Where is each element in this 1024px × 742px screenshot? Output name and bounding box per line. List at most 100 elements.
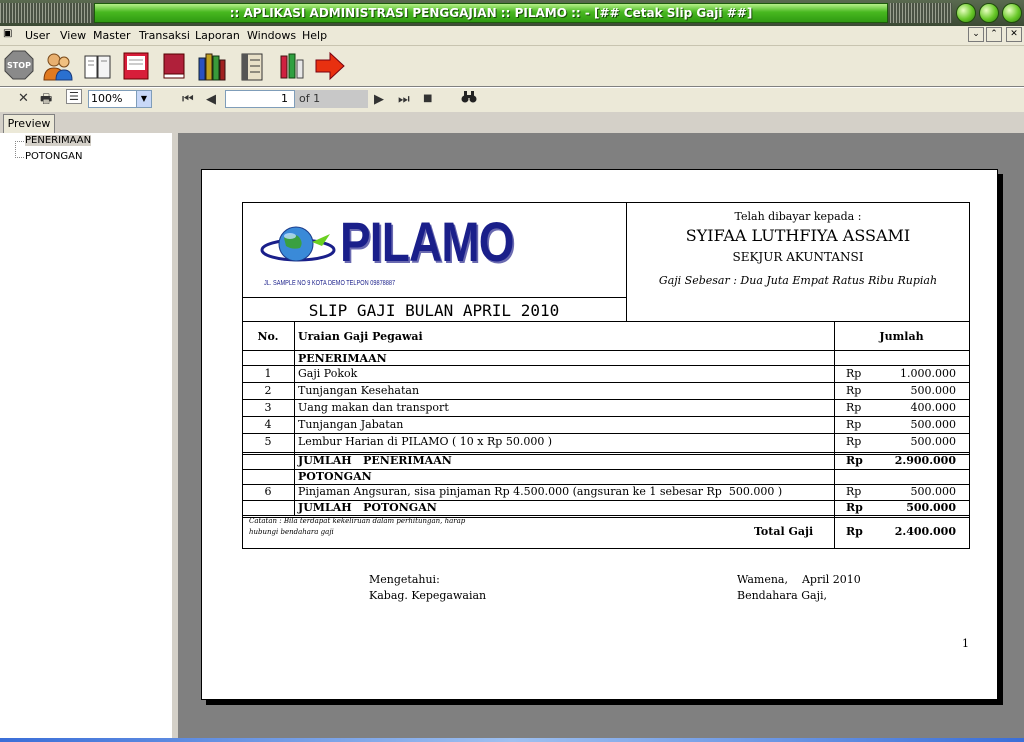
tree-toggle-icon[interactable]: ☰: [66, 89, 82, 104]
taskbar-strip: [0, 738, 1024, 742]
preview-toolbar: ✕ 🖶 ☰ 100% ▼ ⏮ ◀ 1 of 1 ▶ ⏭ ■: [0, 87, 1024, 113]
tree-branch: [15, 141, 24, 142]
mdi-restore-button[interactable]: ⌃: [986, 27, 1002, 42]
row-amount: 400.000: [910, 401, 957, 414]
row-currency: Rp: [846, 418, 862, 431]
grand-total-currency: Rp: [846, 525, 863, 538]
row-desc: Lembur Harian di PILAMO ( 10 x Rp 50.000…: [298, 435, 553, 448]
stop-label: STOP: [7, 61, 31, 70]
app-menu-icon[interactable]: ▣: [3, 28, 12, 39]
row-no: 1: [264, 367, 272, 380]
title-grip-left: [0, 3, 92, 23]
grand-total: 2.400.000: [894, 525, 956, 538]
note-line-1: Catatan : Bila terdapat kekeliruan dalam…: [249, 517, 466, 525]
rule: [834, 321, 835, 548]
close-button[interactable]: [1002, 3, 1022, 23]
company-address: JL. SAMPLE NO 9 KOTA DEMO TELPON 0987888…: [264, 280, 396, 287]
row-desc: Uang makan dan transport: [298, 401, 449, 414]
last-page-icon[interactable]: ⏭: [398, 92, 410, 107]
rule: [242, 297, 627, 298]
row-currency: Rp: [846, 384, 862, 397]
rule: [242, 515, 970, 516]
total-income: 2.900.000: [894, 454, 956, 467]
zoom-value: 100%: [91, 92, 123, 105]
total-income-currency: Rp: [846, 454, 863, 467]
row-no: 2: [264, 384, 272, 397]
book-icon[interactable]: [158, 50, 190, 82]
users-icon[interactable]: [42, 50, 74, 82]
rule: [242, 365, 970, 366]
row-desc: Tunjangan Jabatan: [298, 418, 404, 431]
zoom-select[interactable]: 100% ▼: [88, 90, 152, 108]
minimize-button[interactable]: [956, 3, 976, 23]
close-preview-icon[interactable]: ✕: [18, 91, 29, 106]
row-amount: 500.000: [910, 485, 957, 498]
page-number: 1: [962, 637, 969, 650]
tree-node-penerimaan[interactable]: PENERIMAAN: [25, 135, 92, 146]
maximize-button[interactable]: [979, 3, 999, 23]
slip-title: SLIP GAJI BULAN APRIL 2010: [308, 301, 560, 320]
employee-name: SYIFAA LUTHFIYA ASSAMI: [685, 226, 911, 245]
books-icon[interactable]: [196, 50, 228, 82]
amount-in-words: Gaji Sebesar : Dua Juta Empat Ratus Ribu…: [658, 274, 938, 287]
prev-page-icon[interactable]: ◀: [206, 92, 216, 107]
menu-master[interactable]: Master: [93, 29, 131, 42]
mdi-minimize-button[interactable]: ⌄: [968, 27, 984, 42]
row-no: 5: [264, 435, 272, 448]
rule: [242, 416, 970, 417]
chevron-down-icon[interactable]: ▼: [136, 91, 151, 107]
row-currency: Rp: [846, 367, 862, 380]
total-deduct-currency: Rp: [846, 501, 863, 514]
menu-view[interactable]: View: [60, 29, 86, 42]
menu-laporan[interactable]: Laporan: [195, 29, 240, 42]
col-no: No.: [257, 330, 279, 343]
menu-windows[interactable]: Windows: [247, 29, 296, 42]
notebook-icon[interactable]: [120, 50, 152, 82]
stop-icon[interactable]: STOP: [4, 50, 36, 82]
paid-to-label: Telah dibayar kepada :: [734, 210, 862, 223]
tab-preview[interactable]: Preview: [3, 114, 55, 133]
page-count: of 1: [295, 90, 368, 108]
rule: [242, 202, 970, 203]
book-open-icon[interactable]: [82, 50, 114, 82]
tree-node-potongan[interactable]: POTONGAN: [25, 151, 82, 162]
menu-help[interactable]: Help: [302, 29, 327, 42]
rule: [242, 452, 970, 453]
row-desc: Gaji Pokok: [298, 367, 358, 380]
row-currency: Rp: [846, 435, 862, 448]
exit-arrow-icon[interactable]: [314, 50, 346, 82]
mdi-close-button[interactable]: ✕: [1006, 27, 1022, 42]
menu-user[interactable]: User: [25, 29, 50, 42]
page-number-input[interactable]: 1: [225, 90, 295, 108]
tree-branch: [15, 157, 24, 158]
rule: [242, 399, 970, 400]
rule: [242, 382, 970, 383]
row-amount: 500.000: [910, 418, 957, 431]
total-income-label: JUMLAH PENERIMAAN: [298, 454, 452, 467]
menu-bar: ▣ User View Master Transaksi Laporan Win…: [0, 26, 1024, 46]
row-desc: Tunjangan Kesehatan: [298, 384, 420, 397]
menu-transaksi[interactable]: Transaksi: [139, 29, 190, 42]
row-amount: 500.000: [910, 384, 957, 397]
rule: [242, 321, 970, 322]
tab-row: Preview: [0, 112, 1024, 133]
total-deduct: 500.000: [906, 501, 956, 514]
row-currency: Rp: [846, 485, 862, 498]
stop-square-icon[interactable]: ■: [423, 93, 432, 104]
sign-left-1: Mengetahui:: [369, 573, 440, 586]
col-desc: Uraian Gaji Pegawai: [298, 330, 423, 343]
next-page-icon[interactable]: ▶: [374, 92, 384, 107]
title-grip-right: [890, 3, 952, 23]
pencils-icon[interactable]: [276, 50, 308, 82]
note-line-2: hubungi bendahara gaji: [249, 528, 334, 536]
first-page-icon[interactable]: ⏮: [182, 92, 194, 107]
sign-right-2: Bendahara Gaji,: [737, 589, 828, 602]
binder-icon[interactable]: [236, 50, 268, 82]
print-icon[interactable]: 🖶: [40, 90, 52, 112]
main-toolbar: STOP: [0, 46, 1024, 86]
search-icon[interactable]: [461, 90, 477, 108]
group-tree: [0, 133, 173, 739]
row-amount: 500.000: [910, 435, 957, 448]
employee-dept: SEKJUR AKUNTANSI: [732, 250, 864, 264]
title-bar: :: APLIKASI ADMINISTRASI PENGGAJIAN :: P…: [0, 0, 1024, 26]
